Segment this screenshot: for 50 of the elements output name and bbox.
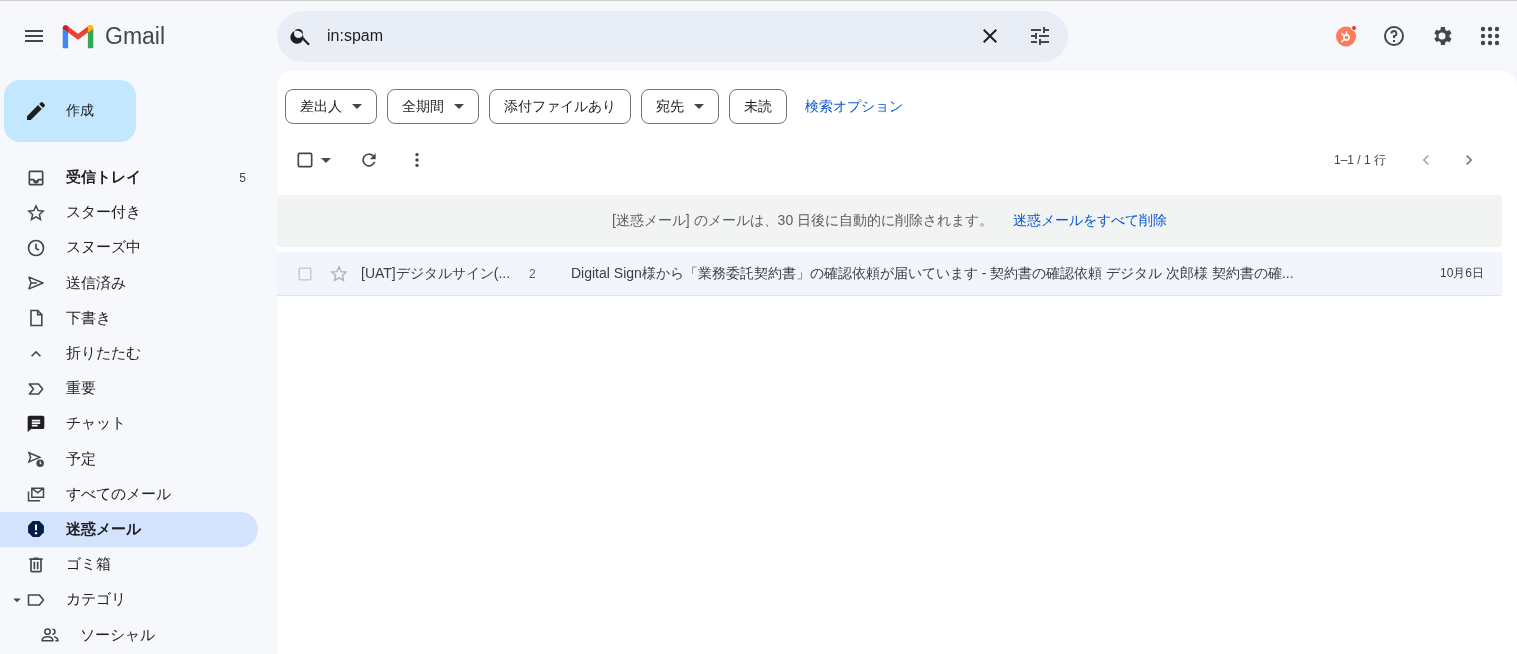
refresh-icon[interactable] (359, 150, 379, 170)
search-options-link[interactable]: 検索オプション (805, 97, 903, 116)
apps-grid-icon[interactable] (1478, 24, 1502, 48)
caret-icon (694, 104, 704, 109)
nav-item[interactable]: ゴミ箱 (0, 547, 258, 583)
filter-chip[interactable]: 全期間 (387, 89, 479, 124)
message-subject: Digital Sign様から「業務委託契約書」の確認依頼が届いています - 契約書の確認依頼 デジタル 次郎様 契約書の確... (571, 264, 1295, 283)
filter-chip[interactable]: 未読 (729, 89, 787, 124)
search-bar[interactable]: in:spam (277, 10, 1068, 62)
pagination-text: 1–1 / 1 行 (1333, 151, 1386, 169)
nav-item[interactable]: 迷惑メール (0, 511, 258, 548)
pencil-icon (24, 99, 48, 123)
filter-chip[interactable]: 宛先 (641, 89, 719, 124)
nav-item[interactable]: チャット (0, 406, 258, 442)
checkbox[interactable] (295, 150, 315, 170)
filter-chip[interactable]: 添付ファイルあり (489, 89, 631, 124)
empty-spam-link[interactable]: 迷惑メールをすべて削除 (1013, 212, 1168, 230)
caret-icon (454, 104, 464, 109)
sliders-icon[interactable] (1028, 24, 1052, 48)
compose-button[interactable]: 作成 (4, 80, 136, 142)
nav-item[interactable]: 折りたたむ (0, 335, 258, 372)
help-icon[interactable] (1382, 24, 1406, 48)
exclamation-octagon-icon (26, 519, 46, 540)
nav-item[interactable]: すべてのメール (0, 476, 258, 512)
scheduled-send-icon (26, 449, 46, 470)
message-date: 10月6日 (1439, 265, 1484, 282)
nav-item[interactable]: スター付き (0, 195, 258, 231)
nav-item[interactable]: 受信トレイ 5 (0, 160, 258, 196)
message-row[interactable]: [UAT]デジタルサイン(... 2 Digital Sign様から「業務委託契約書」の確認依頼が届いています - 契約書の確認依頼 デジタル 次郎様 契約書の確... 10月6日 (277, 252, 1502, 296)
sender-name: [UAT]デジタルサイン(... (361, 264, 512, 283)
star-icon (26, 202, 46, 223)
nav-item[interactable]: 送信済み (0, 265, 258, 301)
nav-item[interactable]: カテゴリ (0, 582, 258, 618)
filter-chip[interactable]: 差出人 (285, 89, 377, 124)
clock-icon (26, 237, 46, 258)
search-field[interactable]: in:spam (325, 26, 952, 46)
nav-item[interactable]: 重要 (0, 371, 258, 407)
app-name: Gmail (105, 22, 166, 50)
caret-icon[interactable] (321, 157, 331, 163)
chat-bubble-icon (26, 413, 46, 434)
caret-icon (352, 104, 362, 109)
nav-item[interactable]: 下書き (0, 300, 258, 336)
nav-item[interactable]: スヌーズ中 (0, 230, 258, 266)
nav-item[interactable]: 予定 (0, 441, 258, 477)
sprocket-badge-icon[interactable] (1334, 24, 1358, 48)
thread-count: 2 (529, 266, 537, 281)
notice-text: [迷惑メール] のメールは、30 日後に自動的に削除されます。 (611, 212, 994, 230)
nav-item[interactable]: ソーシャル (0, 617, 258, 653)
envelope-logo-icon (60, 22, 96, 50)
star-icon[interactable] (329, 263, 349, 284)
